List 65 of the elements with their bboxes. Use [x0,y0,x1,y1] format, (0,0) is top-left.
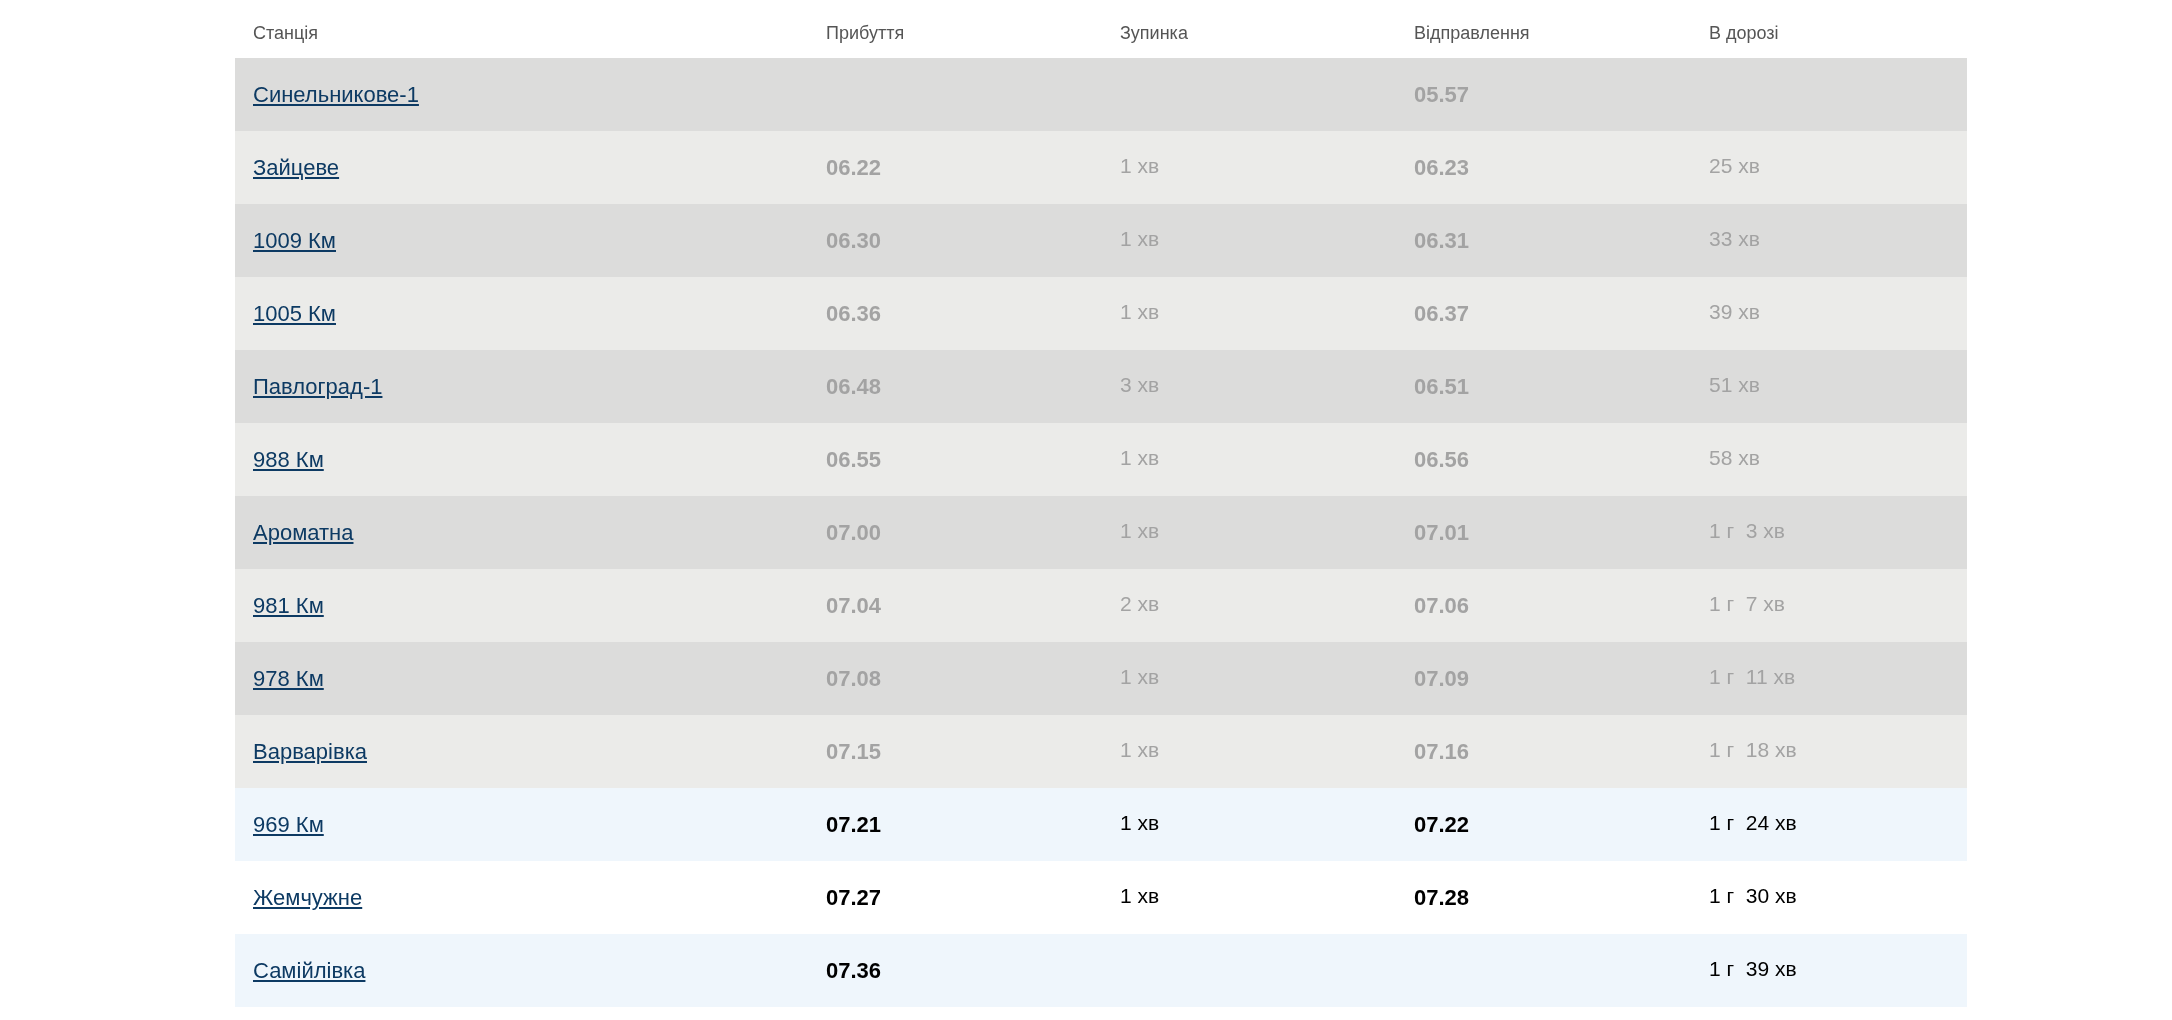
arrival-time: 07.15 [826,739,882,764]
station-link[interactable]: Ароматна [253,520,354,545]
arrival-time: 07.04 [826,593,882,618]
travel-time: 1 г 11 хв [1709,664,1796,688]
stop-duration: 2 хв [1120,591,1160,615]
station-link[interactable]: Павлоград-1 [253,374,383,399]
station-link[interactable]: 1009 Км [253,228,336,253]
column-header: Станція [252,21,319,45]
station-link[interactable]: 978 Км [253,666,324,691]
travel-time: 25 хв [1709,153,1760,177]
travel-time: 1 г 24 хв [1709,810,1797,834]
stop-duration: 1 хв [1120,810,1160,834]
stop-duration: 1 хв [1120,445,1160,469]
departure-time: 07.22 [1414,812,1470,837]
stop-duration: 1 хв [1120,518,1160,542]
departure-time: 07.16 [1414,739,1470,764]
column-header: Прибуття [825,21,905,45]
arrival-time: 07.21 [826,812,882,837]
station-link[interactable]: 988 Км [253,447,324,472]
station-link[interactable]: 969 Км [253,812,324,837]
departure-time: 06.51 [1414,374,1470,399]
travel-time: 1 г 18 хв [1709,737,1797,761]
travel-time: 33 хв [1709,226,1760,250]
travel-time: 51 хв [1709,372,1760,396]
travel-time: 1 г 3 хв [1709,518,1785,542]
departure-time: 06.31 [1414,228,1470,253]
departure-time: 07.01 [1414,520,1470,545]
stop-duration: 3 хв [1120,372,1160,396]
column-header: Відправлення [1413,21,1530,45]
arrival-time: 07.27 [826,885,882,910]
arrival-time: 06.22 [826,155,882,180]
stop-duration: 1 хв [1120,883,1160,907]
arrival-time: 07.36 [826,958,882,983]
arrival-time: 07.08 [826,666,882,691]
departure-time: 07.28 [1414,885,1470,910]
departure-time: 06.56 [1414,447,1470,472]
arrival-time: 06.30 [826,228,882,253]
travel-time: 39 хв [1709,299,1760,323]
station-link[interactable]: Самійлівка [253,958,366,983]
departure-time: 07.06 [1414,593,1470,618]
departure-time: 06.23 [1414,155,1470,180]
departure-time: 07.09 [1414,666,1470,691]
column-header: В дорозі [1708,21,1779,45]
arrival-time: 06.48 [826,374,882,399]
arrival-time: 06.55 [826,447,882,472]
travel-time: 58 хв [1709,445,1760,469]
stop-duration: 1 хв [1120,226,1160,250]
stop-duration: 1 хв [1120,299,1160,323]
stop-duration: 1 хв [1120,737,1160,761]
arrival-time: 07.00 [826,520,882,545]
departure-time: 05.57 [1414,82,1470,107]
departure-time: 06.37 [1414,301,1470,326]
travel-time: 1 г 39 хв [1709,956,1797,980]
travel-time: 1 г 30 хв [1709,883,1797,907]
stop-duration: 1 хв [1120,153,1160,177]
station-link[interactable]: Зайцеве [253,155,340,180]
stop-duration: 1 хв [1120,664,1160,688]
station-link[interactable]: Жемчужне [253,885,363,910]
station-link[interactable]: 981 Км [253,593,324,618]
station-link[interactable]: Синельникове-1 [253,82,419,107]
column-header: Зупинка [1119,21,1188,45]
station-link[interactable]: 1005 Км [253,301,336,326]
arrival-time: 06.36 [826,301,882,326]
station-link[interactable]: Варварівка [253,739,367,764]
travel-time: 1 г 7 хв [1709,591,1785,615]
